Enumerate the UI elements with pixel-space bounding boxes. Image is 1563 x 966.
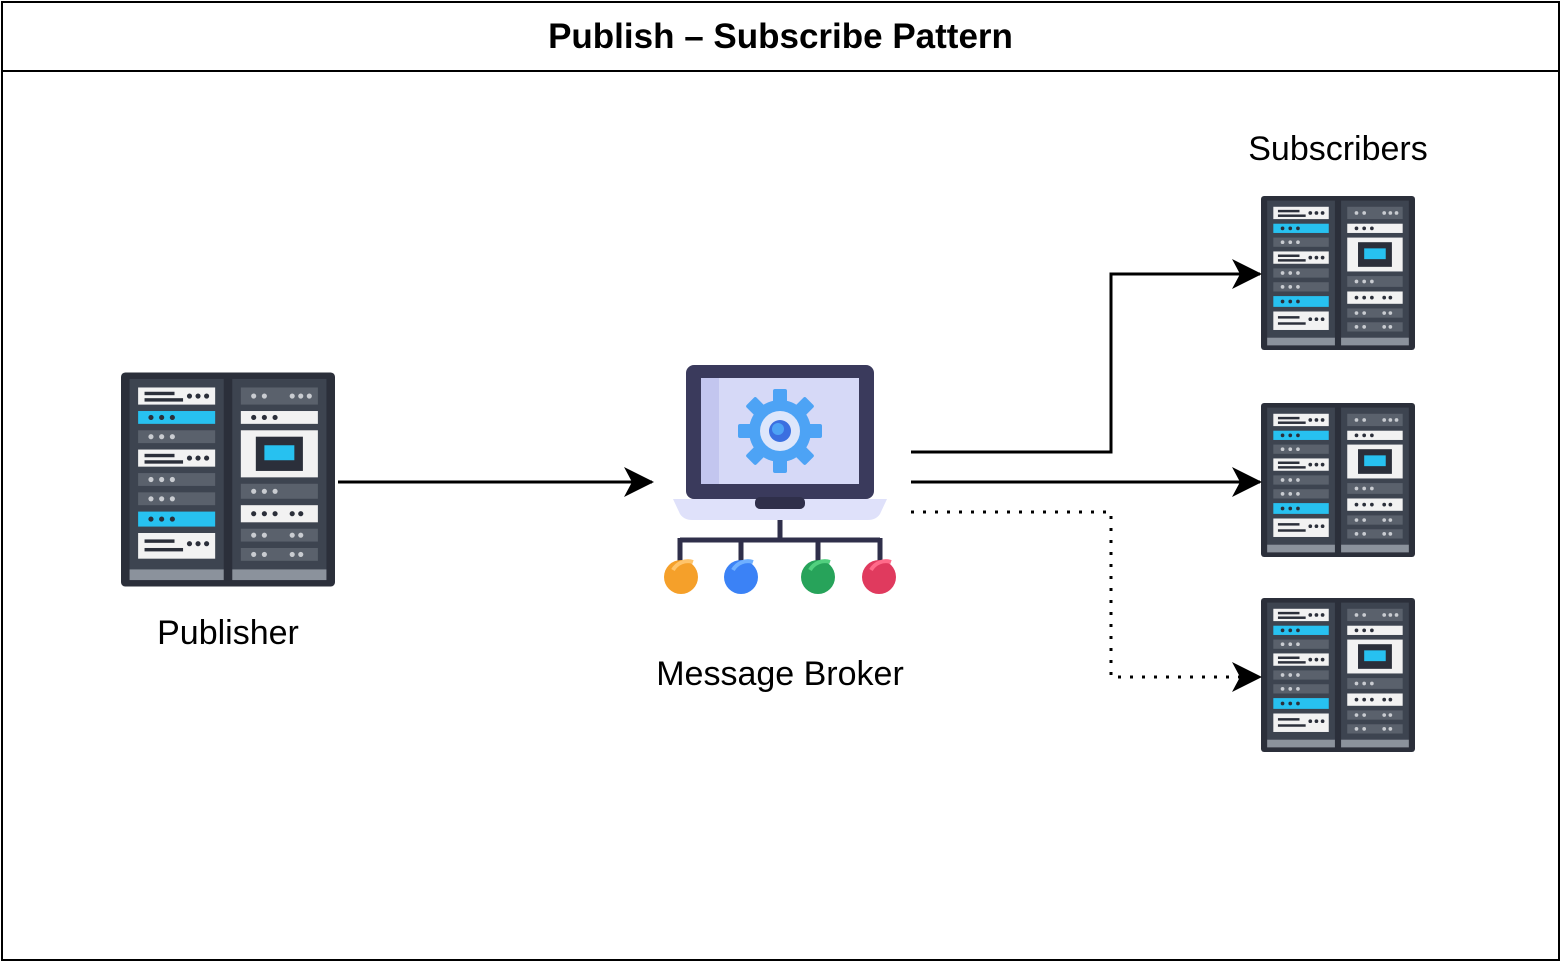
subscriber-3-server-icon [1261,598,1415,752]
orange-node-icon [664,560,698,594]
edge-broker-to-subscriber-3 [911,510,1262,692]
message-broker-label: Message Broker [656,655,904,693]
message-broker-icon [664,365,896,594]
red-node-icon [862,560,896,594]
subscribers-label: Subscribers [1248,130,1428,168]
green-node-icon [801,560,835,594]
blue-node-icon [724,560,758,594]
subscriber-1-server-icon [1261,196,1415,350]
subscriber-2-server-icon [1261,403,1415,557]
gear-icon [738,389,822,473]
edge-broker-to-subscriber-1 [911,259,1262,454]
publisher-label: Publisher [157,614,299,652]
publisher-server-icon [121,372,335,587]
